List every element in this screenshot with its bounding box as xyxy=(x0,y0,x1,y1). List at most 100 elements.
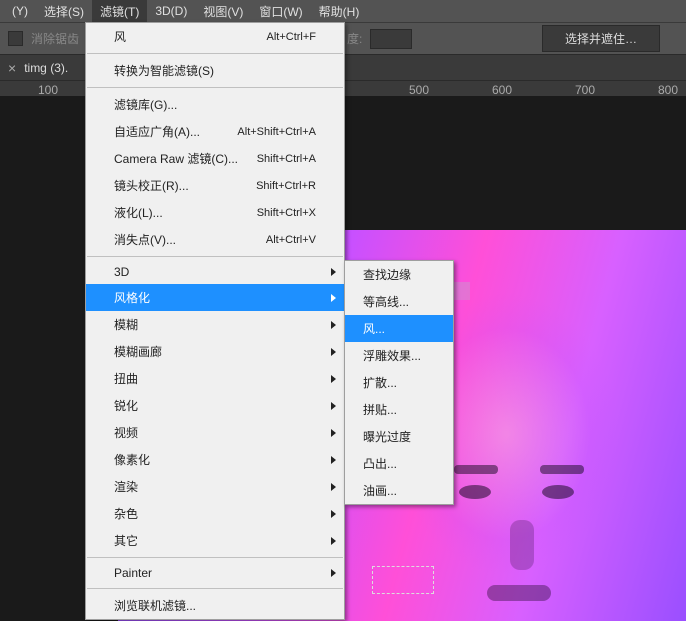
menu-select[interactable]: 选择(S) xyxy=(36,0,92,23)
menu-label: 渲染 xyxy=(114,478,138,495)
face-detail xyxy=(540,465,584,474)
face-detail xyxy=(454,465,498,474)
menu-separator xyxy=(87,87,343,88)
menu-shortcut: Alt+Ctrl+F xyxy=(266,31,316,43)
menu-label: Painter xyxy=(114,566,152,580)
menu-render-group[interactable]: 渲染 xyxy=(86,473,344,500)
menu-label: 镜头校正(R)... xyxy=(114,177,189,194)
stylize-submenu: 查找边缘 等高线... 风... 浮雕效果... 扩散... 拼贴... 曝光过… xyxy=(344,260,454,505)
filter-dropdown: 风 Alt+Ctrl+F 转换为智能滤镜(S) 滤镜库(G)... 自适应广角(… xyxy=(85,22,345,620)
submenu-oil-paint[interactable]: 油画... xyxy=(345,477,453,504)
menu-video-group[interactable]: 视频 xyxy=(86,419,344,446)
menu-label: 液化(L)... xyxy=(114,204,163,221)
chevron-right-icon xyxy=(331,294,336,302)
chevron-right-icon xyxy=(331,483,336,491)
submenu-wind[interactable]: 风... xyxy=(345,315,453,342)
menu-last-filter[interactable]: 风 Alt+Ctrl+F xyxy=(86,23,344,50)
menu-distort-group[interactable]: 扭曲 xyxy=(86,365,344,392)
menu-label: 风 xyxy=(114,28,126,45)
menu-blur-gallery-group[interactable]: 模糊画廊 xyxy=(86,338,344,365)
tab-close-icon[interactable]: × xyxy=(8,60,16,76)
antialias-label: 消除锯齿 xyxy=(31,30,79,47)
menu-lens-correction[interactable]: 镜头校正(R)... Shift+Ctrl+R xyxy=(86,172,344,199)
chevron-right-icon xyxy=(331,569,336,577)
chevron-right-icon xyxy=(331,456,336,464)
chevron-right-icon xyxy=(331,402,336,410)
menu-filter-gallery[interactable]: 滤镜库(G)... xyxy=(86,91,344,118)
menu-y[interactable]: (Y) xyxy=(4,1,36,21)
menu-shortcut: Shift+Ctrl+X xyxy=(257,207,316,219)
face-detail xyxy=(487,585,551,601)
menu-label: 转换为智能滤镜(S) xyxy=(114,62,214,79)
ruler-tick: 600 xyxy=(492,83,512,97)
chevron-right-icon xyxy=(331,537,336,545)
submenu-emboss[interactable]: 浮雕效果... xyxy=(345,342,453,369)
menu-painter-group[interactable]: Painter xyxy=(86,561,344,585)
menu-noise-group[interactable]: 杂色 xyxy=(86,500,344,527)
menu-label: 扭曲 xyxy=(114,370,138,387)
chevron-right-icon xyxy=(331,268,336,276)
chevron-right-icon xyxy=(331,429,336,437)
menu-shortcut: Alt+Shift+Ctrl+A xyxy=(237,126,316,138)
face-detail xyxy=(510,520,534,570)
menu-shortcut: Alt+Ctrl+V xyxy=(266,234,316,246)
ruler-tick: 700 xyxy=(575,83,595,97)
menu-camera-raw[interactable]: Camera Raw 滤镜(C)... Shift+Ctrl+A xyxy=(86,145,344,172)
antialias-checkbox[interactable] xyxy=(8,31,23,46)
menu-separator xyxy=(87,557,343,558)
ruler-tick: 800 xyxy=(658,83,678,97)
submenu-find-edges[interactable]: 查找边缘 xyxy=(345,261,453,288)
menu-help[interactable]: 帮助(H) xyxy=(311,0,368,23)
menu-label: 锐化 xyxy=(114,397,138,414)
menu-shortcut: Shift+Ctrl+A xyxy=(257,153,316,165)
select-mask-button[interactable]: 选择并遮住… xyxy=(542,25,660,52)
menu-label: 自适应广角(A)... xyxy=(114,123,200,140)
menu-label: 模糊 xyxy=(114,316,138,333)
ruler-tick: 500 xyxy=(409,83,429,97)
menu-label: 3D xyxy=(114,265,129,279)
menu-label: 消失点(V)... xyxy=(114,231,176,248)
menu-label: 其它 xyxy=(114,532,138,549)
menu-other-group[interactable]: 其它 xyxy=(86,527,344,554)
submenu-contour[interactable]: 等高线... xyxy=(345,288,453,315)
menu-separator xyxy=(87,53,343,54)
face-detail xyxy=(459,485,491,499)
menu-label: 浏览联机滤镜... xyxy=(114,597,196,614)
menu-3d[interactable]: 3D(D) xyxy=(147,1,195,21)
menu-liquify[interactable]: 液化(L)... Shift+Ctrl+X xyxy=(86,199,344,226)
menu-label: 滤镜库(G)... xyxy=(114,96,177,113)
menu-vanishing[interactable]: 消失点(V)... Alt+Ctrl+V xyxy=(86,226,344,253)
ruler-tick: 100 xyxy=(38,83,58,97)
menu-3d-group[interactable]: 3D xyxy=(86,260,344,284)
menu-separator xyxy=(87,256,343,257)
chevron-right-icon xyxy=(331,375,336,383)
selection-marquee[interactable] xyxy=(372,566,434,594)
menu-filter[interactable]: 滤镜(T) xyxy=(92,0,147,23)
chevron-right-icon xyxy=(331,321,336,329)
width-input[interactable] xyxy=(370,29,412,49)
menubar: (Y) 选择(S) 滤镜(T) 3D(D) 视图(V) 窗口(W) 帮助(H) xyxy=(0,0,686,22)
submenu-solarize[interactable]: 曝光过度 xyxy=(345,423,453,450)
chevron-right-icon xyxy=(331,510,336,518)
menu-browse-online[interactable]: 浏览联机滤镜... xyxy=(86,592,344,619)
submenu-extrude[interactable]: 凸出... xyxy=(345,450,453,477)
menu-window[interactable]: 窗口(W) xyxy=(251,0,310,23)
menu-sharpen-group[interactable]: 锐化 xyxy=(86,392,344,419)
menu-label: 视频 xyxy=(114,424,138,441)
menu-separator xyxy=(87,588,343,589)
face-detail xyxy=(542,485,574,499)
menu-view[interactable]: 视图(V) xyxy=(195,0,251,23)
submenu-diffuse[interactable]: 扩散... xyxy=(345,369,453,396)
menu-shortcut: Shift+Ctrl+R xyxy=(256,180,316,192)
tab-label[interactable]: timg (3). xyxy=(24,61,68,75)
menu-stylize-group[interactable]: 风格化 xyxy=(86,284,344,311)
menu-label: 模糊画廊 xyxy=(114,343,162,360)
menu-label: Camera Raw 滤镜(C)... xyxy=(114,150,238,167)
menu-label: 风格化 xyxy=(114,289,150,306)
menu-adaptive-wide[interactable]: 自适应广角(A)... Alt+Shift+Ctrl+A xyxy=(86,118,344,145)
menu-pixelate-group[interactable]: 像素化 xyxy=(86,446,344,473)
menu-blur-group[interactable]: 模糊 xyxy=(86,311,344,338)
menu-label: 像素化 xyxy=(114,451,150,468)
submenu-tiles[interactable]: 拼贴... xyxy=(345,396,453,423)
menu-convert-smart[interactable]: 转换为智能滤镜(S) xyxy=(86,57,344,84)
